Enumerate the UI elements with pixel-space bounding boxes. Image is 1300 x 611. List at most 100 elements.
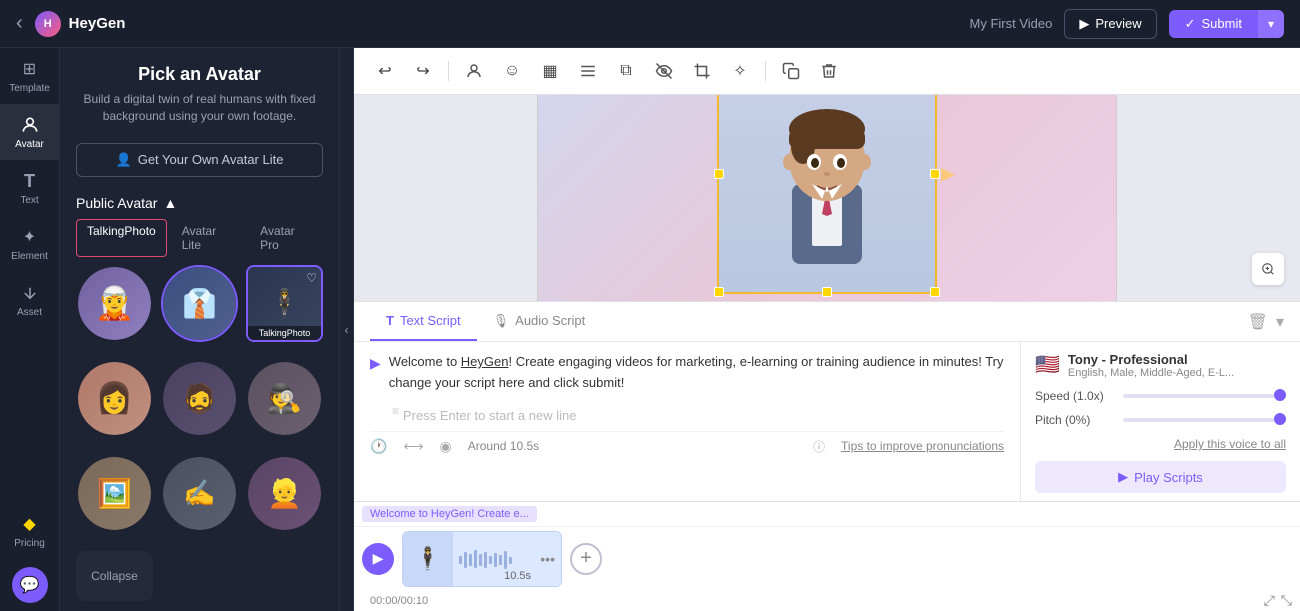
- play-scripts-button[interactable]: ▶ Play Scripts: [1035, 461, 1286, 493]
- avatar-item-2[interactable]: 👔: [161, 265, 238, 342]
- speed-row: Speed (1.0x): [1035, 389, 1286, 403]
- public-avatar-header: Public Avatar ▲: [60, 187, 339, 219]
- avatar-item-4[interactable]: 👩: [76, 360, 153, 437]
- collapse-button[interactable]: Collapse: [76, 551, 153, 601]
- effects-tool-button[interactable]: ✧: [725, 56, 755, 86]
- script-tab-actions: 🗑 ▾: [1248, 312, 1284, 332]
- avatar-item-6[interactable]: 🕵: [246, 360, 323, 437]
- sidebar-item-avatar[interactable]: Avatar: [0, 104, 59, 160]
- sidebar-item-asset[interactable]: Asset: [0, 272, 59, 328]
- clip-menu-icon[interactable]: •••: [540, 551, 555, 567]
- tab-avatar-pro[interactable]: Avatar Pro: [249, 219, 323, 257]
- timeline-track: ▶ 🕴: [354, 527, 1300, 590]
- tab-audio-script[interactable]: 🎙 Audio Script: [477, 302, 602, 341]
- zoom-button[interactable]: [1252, 253, 1284, 285]
- preview-button[interactable]: ▶ Preview: [1064, 9, 1156, 39]
- pitch-label: Pitch (0%): [1035, 413, 1115, 427]
- sidebar-item-element[interactable]: ✦ Element: [0, 216, 59, 272]
- timeline: Welcome to HeyGen! Create e... ▶ 🕴: [354, 501, 1300, 611]
- copy-tool-button[interactable]: [776, 56, 806, 86]
- clip-avatar-thumbnail: 🕴: [403, 532, 453, 586]
- sidebar-label-text: Text: [20, 195, 38, 206]
- text-script-icon: T: [386, 313, 394, 328]
- heygen-link[interactable]: HeyGen: [461, 354, 509, 369]
- voice-info: 🇺🇸 Tony - Professional English, Male, Mi…: [1035, 352, 1286, 379]
- avatar-grid: 🧝 👔 🕴 TalkingPhoto ♡ 👩 🧔: [60, 265, 339, 611]
- hide-tool-button[interactable]: [649, 56, 679, 86]
- voice-description: English, Male, Middle-Aged, E-L...: [1068, 367, 1234, 379]
- delete-tool-button[interactable]: [814, 56, 844, 86]
- tab-talking-photo[interactable]: TalkingPhoto: [76, 219, 167, 257]
- grid-tool-button[interactable]: ▦: [535, 56, 565, 86]
- app-logo: H HeyGen: [35, 11, 126, 37]
- element-icon: ✦: [19, 226, 41, 248]
- canvas-area[interactable]: ▶: [354, 95, 1300, 301]
- tips-label[interactable]: Tips to improve pronunciations: [841, 439, 1004, 453]
- avatar-panel-header: Pick an Avatar Build a digital twin of r…: [60, 48, 339, 133]
- align-tool-button[interactable]: [573, 56, 603, 86]
- around-time: Around 10.5s: [468, 439, 539, 453]
- panel-collapse-toggle[interactable]: ‹: [340, 48, 354, 611]
- project-name: My First Video: [970, 16, 1053, 31]
- get-avatar-button[interactable]: 👤 Get Your Own Avatar Lite: [76, 143, 323, 177]
- sidebar-item-text[interactable]: T Text: [0, 160, 59, 216]
- tab-avatar-lite[interactable]: Avatar Lite: [171, 219, 245, 257]
- submit-dropdown-button[interactable]: ▾: [1258, 10, 1284, 38]
- avatar-on-canvas[interactable]: ▶: [717, 95, 937, 294]
- tab-text-script[interactable]: T Text Script: [370, 302, 477, 341]
- ai-icon: ◉: [440, 438, 452, 455]
- script-content-area: ▶ Welcome to HeyGen! Create engaging vid…: [354, 342, 1300, 501]
- track-clip[interactable]: 🕴: [402, 531, 562, 587]
- timeline-time: 00:00/00:10: [362, 593, 436, 609]
- preview-icon: ▶: [1079, 16, 1089, 32]
- canvas-background: ▶: [537, 95, 1117, 301]
- play-icon: ▶: [1118, 469, 1128, 485]
- pitch-row: Pitch (0%): [1035, 413, 1286, 427]
- sidebar-item-template[interactable]: ⊞ Template: [0, 48, 59, 104]
- timeline-segment-label: Welcome to HeyGen! Create e...: [362, 506, 537, 522]
- timeline-collapse-icon[interactable]: ⤡: [1281, 592, 1292, 609]
- tips-icon: ⓘ: [813, 438, 825, 455]
- submit-btn-group: ✓ Submit ▾: [1169, 10, 1284, 38]
- delete-script-icon[interactable]: 🗑: [1248, 312, 1268, 332]
- script-text-content[interactable]: Welcome to HeyGen! Create engaging video…: [389, 352, 1004, 394]
- script-placeholder[interactable]: Press Enter to start a new line: [403, 408, 576, 423]
- play-timeline-button[interactable]: ▶: [362, 543, 394, 575]
- person-tool-button[interactable]: [459, 56, 489, 86]
- canvas-toolbar: ↩ ↪ ☺ ▦ ⧉ ✧: [354, 48, 1300, 95]
- sidebar-label-avatar: Avatar: [15, 139, 44, 150]
- avatar-figure: [757, 95, 897, 274]
- avatar-item-1[interactable]: 🧝: [76, 265, 153, 342]
- crop-tool-button[interactable]: [687, 56, 717, 86]
- mic-icon: 🎙: [493, 313, 510, 329]
- back-button[interactable]: ‹: [16, 12, 23, 35]
- avatar-panel: Pick an Avatar Build a digital twin of r…: [60, 48, 340, 611]
- play-line-icon[interactable]: ▶: [370, 355, 381, 372]
- panel-subtitle: Build a digital twin of real humans with…: [76, 91, 323, 125]
- submit-button[interactable]: ✓ Submit: [1169, 10, 1258, 38]
- talking-photo-badge: TalkingPhoto: [248, 326, 321, 340]
- timeline-label-row: Welcome to HeyGen! Create e...: [354, 502, 1300, 527]
- main-area: ↩ ↪ ☺ ▦ ⧉ ✧: [354, 48, 1300, 611]
- undo-button[interactable]: ↩: [370, 56, 400, 86]
- avatar-item-3[interactable]: 🕴 TalkingPhoto ♡: [246, 265, 323, 342]
- redo-button[interactable]: ↪: [408, 56, 438, 86]
- left-sidebar: ⊞ Template Avatar T Text ✦ Element: [0, 48, 60, 611]
- sidebar-item-pricing[interactable]: ◆ Pricing: [0, 503, 59, 559]
- apply-voice-label[interactable]: Apply this voice to all: [1035, 437, 1286, 451]
- timeline-expand-icon[interactable]: ⤢: [1264, 592, 1275, 609]
- avatar-item-5[interactable]: 🧔: [161, 360, 238, 437]
- public-label: Public Avatar: [76, 195, 157, 211]
- sidebar-label-pricing: Pricing: [14, 538, 45, 549]
- avatar-item-9[interactable]: 👱: [246, 455, 323, 532]
- chat-button[interactable]: 💬: [12, 567, 48, 603]
- avatar-item-7[interactable]: 🖼️: [76, 455, 153, 532]
- text-icon: T: [19, 170, 41, 192]
- translate-icon: ⟷: [403, 438, 423, 455]
- script-tabs-bar: T Text Script 🎙 Audio Script 🗑 ▾: [354, 302, 1300, 342]
- add-clip-button[interactable]: +: [570, 543, 602, 575]
- collapse-script-icon[interactable]: ▾: [1276, 312, 1284, 332]
- layers-tool-button[interactable]: ⧉: [611, 56, 641, 86]
- avatar-item-8[interactable]: ✍️: [161, 455, 238, 532]
- emoji-tool-button[interactable]: ☺: [497, 56, 527, 86]
